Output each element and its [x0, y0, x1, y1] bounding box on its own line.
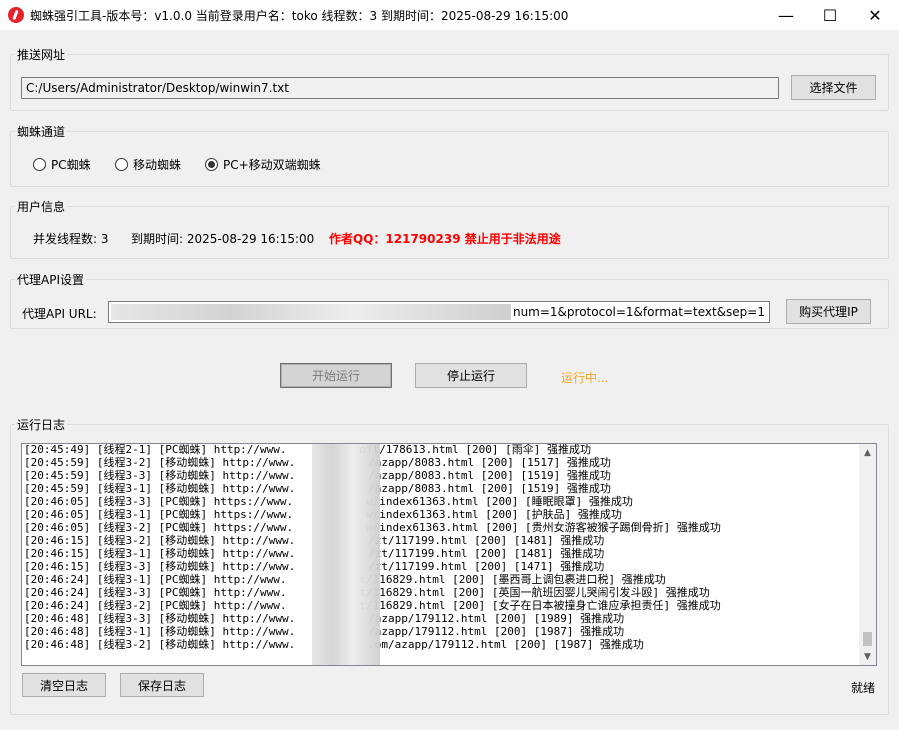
log-textarea[interactable]: [20:45:49] [线程2-1] [PC蜘蛛] http://www. of… — [21, 443, 877, 666]
redacted-region — [312, 444, 380, 665]
buy-proxy-button[interactable]: 购买代理IP — [786, 299, 871, 324]
proxy-url-input[interactable]: num=1&protocol=1&format=text&sep=1 — [108, 301, 770, 323]
radio-indicator — [115, 158, 128, 171]
log-scrollbar[interactable]: ▲ ▼ — [859, 444, 876, 665]
threads-count-label: 并发线程数: 3 — [33, 232, 109, 246]
window-title: 蜘蛛强引工具-版本号：v1.0.0 当前登录用户名：toko 线程数：3 到期时… — [30, 9, 569, 23]
expiry-label: 到期时间: 2025-08-29 16:15:00 — [131, 232, 315, 246]
scroll-down-icon[interactable]: ▼ — [859, 648, 876, 665]
scroll-up-icon[interactable]: ▲ — [859, 444, 876, 461]
minimize-button[interactable]: — — [763, 0, 809, 30]
running-status: 运行中... — [561, 371, 609, 385]
proxy-group-title: 代理API设置 — [15, 271, 86, 288]
radio-indicator-selected — [205, 158, 218, 171]
radio-label: PC+移动双端蜘蛛 — [223, 158, 321, 172]
title-bar: 蜘蛛强引工具-版本号：v1.0.0 当前登录用户名：toko 线程数：3 到期时… — [0, 0, 899, 30]
radio-indicator — [33, 158, 46, 171]
radio-dual-spider[interactable]: PC+移动双端蜘蛛 — [205, 156, 321, 173]
spider-channel-group-title: 蜘蛛通道 — [15, 123, 68, 140]
file-path-input[interactable]: C:/Users/Administrator/Desktop/winwin7.t… — [21, 77, 779, 99]
author-notice: 作者QQ：121790239 禁止用于非法用途 — [329, 232, 561, 246]
radio-mobile-spider[interactable]: 移动蜘蛛 — [115, 156, 181, 173]
radio-pc-spider[interactable]: PC蜘蛛 — [33, 156, 91, 173]
log-group-title: 运行日志 — [15, 416, 68, 433]
user-info-group-title: 用户信息 — [15, 198, 68, 215]
close-button[interactable]: ✕ — [852, 0, 898, 30]
redacted-region — [111, 304, 511, 320]
save-log-button[interactable]: 保存日志 — [120, 673, 204, 697]
proxy-url-value: num=1&protocol=1&format=text&sep=1 — [512, 305, 765, 319]
start-button[interactable]: 开始运行 — [280, 363, 392, 388]
push-url-group-title: 推送网址 — [15, 46, 68, 63]
scroll-thumb[interactable] — [863, 632, 872, 646]
radio-label: PC蜘蛛 — [51, 158, 91, 172]
radio-label: 移动蜘蛛 — [133, 158, 182, 172]
clear-log-button[interactable]: 清空日志 — [22, 673, 106, 697]
ready-status: 就绪 — [851, 681, 876, 695]
proxy-url-label: 代理API URL: — [22, 307, 97, 321]
choose-file-button[interactable]: 选择文件 — [791, 75, 876, 100]
stop-button[interactable]: 停止运行 — [415, 363, 527, 388]
maximize-button[interactable]: ☐ — [807, 0, 853, 30]
app-logo-icon — [8, 7, 24, 23]
